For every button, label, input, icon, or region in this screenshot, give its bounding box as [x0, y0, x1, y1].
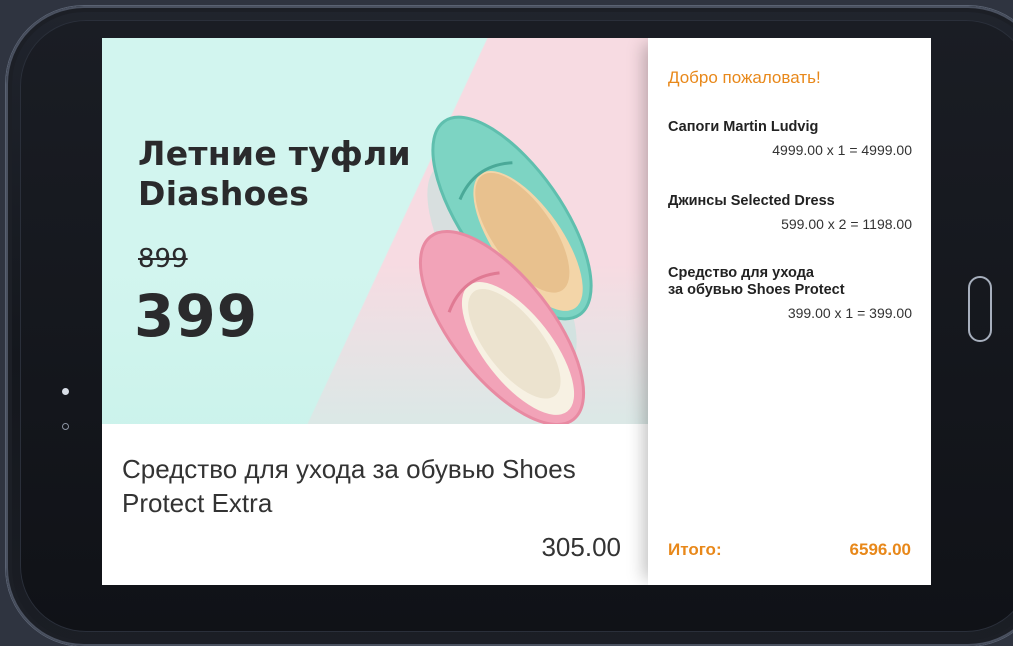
promo-old-price: 899	[138, 244, 188, 274]
cart-item-name-line-2: за обувью Shoes Protect	[668, 282, 845, 298]
product-price: 305.00	[541, 532, 621, 562]
promo-banner: Летние туфли Diashoes 899 399	[102, 38, 648, 424]
sensor-dot-icon	[62, 423, 69, 430]
cart-item-name: Сапоги Martin Ludvig	[668, 119, 912, 136]
promo-title: Летние туфли Diashoes	[138, 134, 411, 214]
camera-dot-icon	[62, 388, 69, 395]
cart-item: Джинсы Selected Dress 599.00 x 2 = 1198.…	[668, 193, 912, 232]
cart-item-calc: 4999.00 x 1 = 4999.00	[772, 142, 912, 158]
welcome-text: Добро пожаловать!	[668, 68, 821, 87]
total-label: Итого:	[668, 540, 722, 559]
cart-item: Средство для ухода за обувью Shoes Prote…	[668, 265, 912, 321]
cart-item-name: Джинсы Selected Dress	[668, 193, 912, 210]
customer-display-screen: Летние туфли Diashoes 899 399 Средство д…	[102, 38, 931, 585]
cart-item-name-line-1: Джинсы Selected Dress	[668, 193, 835, 209]
cart-item: Сапоги Martin Ludvig 4999.00 x 1 = 4999.…	[668, 119, 912, 158]
cart-item-calc: 599.00 x 2 = 1198.00	[781, 216, 912, 232]
total-value: 6596.00	[849, 540, 911, 559]
product-name-line-1: Средство для ухода за обувью Shoes	[122, 454, 576, 484]
product-name: Средство для ухода за обувью Shoes Prote…	[122, 452, 622, 520]
promo-title-line-2: Diashoes	[138, 174, 310, 213]
shoes-image	[418, 115, 593, 424]
cart-item-calc: 399.00 x 1 = 399.00	[787, 305, 912, 321]
product-name-line-2: Protect Extra	[122, 488, 273, 518]
promo-title-line-1: Летние туфли	[138, 134, 411, 173]
cart-item-name: Средство для ухода за обувью Shoes Prote…	[668, 265, 912, 299]
cart-panel: Добро пожаловать! Сапоги Martin Ludvig 4…	[648, 38, 931, 585]
promo-new-price: 399	[134, 282, 259, 350]
cart-item-name-line-1: Сапоги Martin Ludvig	[668, 119, 819, 135]
cart-item-name-line-1: Средство для ухода	[668, 265, 814, 281]
home-button-icon[interactable]	[968, 276, 992, 342]
